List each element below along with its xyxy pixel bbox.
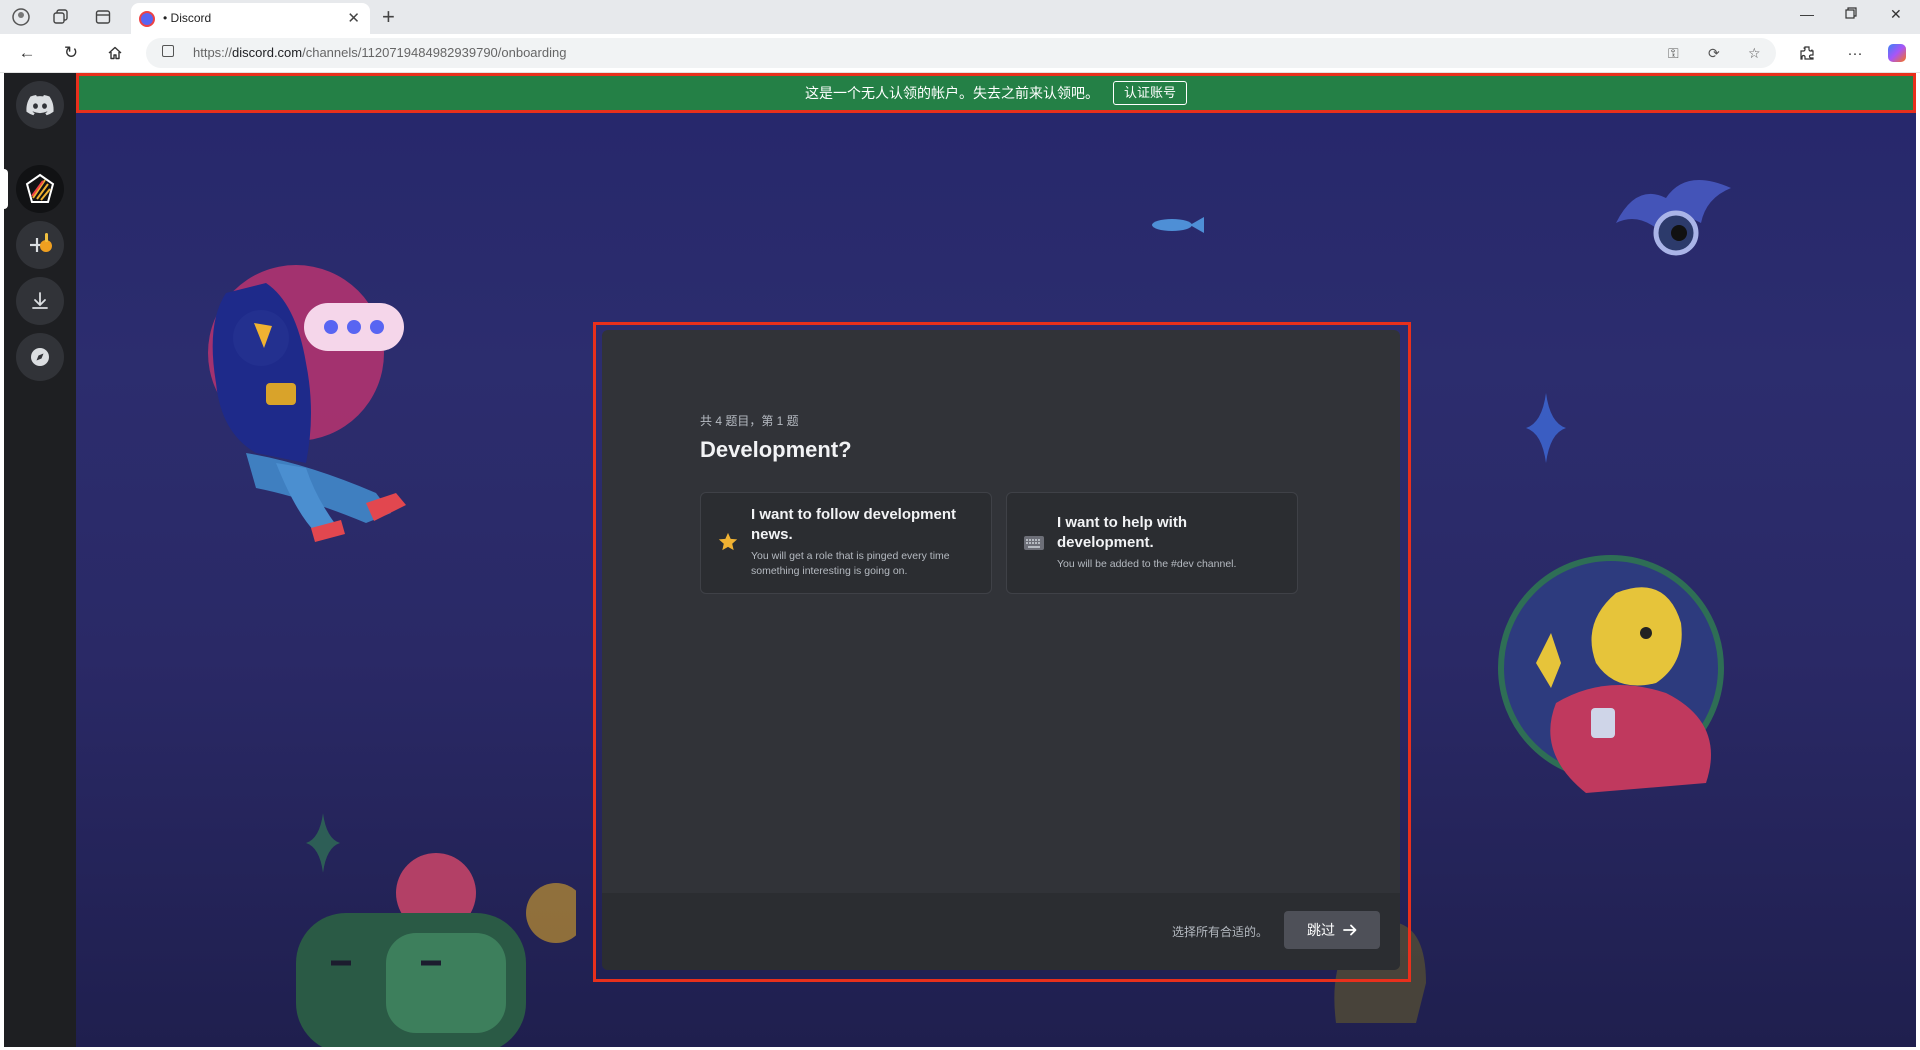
active-server-indicator	[4, 169, 8, 209]
question-counter: 共 4 题目，第 1 题	[700, 414, 799, 428]
option-description: You will get a role that is pinged every…	[751, 550, 950, 577]
read-aloud-icon[interactable]: ⟳	[1708, 45, 1720, 62]
option-description: You will be added to the #dev channel.	[1057, 558, 1237, 570]
minimize-icon[interactable]: —	[1800, 6, 1814, 22]
key-icon[interactable]: ⚿	[1668, 45, 1679, 62]
keyboard-icon	[1024, 536, 1044, 550]
back-icon[interactable]: ←	[16, 42, 38, 64]
option-title: I want to follow development news.	[751, 506, 957, 543]
copilot-icon[interactable]	[1888, 44, 1906, 62]
skip-label: 跳过	[1307, 922, 1335, 938]
restore-icon[interactable]	[1845, 6, 1857, 22]
url-input[interactable]: https://discord.com/channels/11207194849…	[146, 38, 1776, 68]
home-icon[interactable]	[104, 42, 126, 64]
arrow-right-icon	[1343, 924, 1357, 936]
server-icon-active[interactable]	[16, 165, 64, 213]
character-illustration-right-icon	[1498, 555, 1724, 793]
character-illustration-left-icon	[208, 265, 406, 542]
star-icon	[718, 532, 738, 551]
close-tab-icon[interactable]: ✕	[347, 9, 360, 27]
claim-account-button[interactable]: 认证账号	[1112, 81, 1187, 105]
sparkle-icon	[1526, 393, 1566, 463]
more-menu-icon[interactable]: ···	[1844, 42, 1866, 64]
extensions-icon[interactable]	[1796, 42, 1818, 64]
option-title: I want to help with development.	[1057, 514, 1187, 551]
banner-text: 这是一个无人认领的帐户。失去之前来认领吧。	[804, 85, 1099, 101]
creatures-illustration-bottom-icon	[296, 853, 576, 1047]
onboarding-modal: 共 4 题目，第 1 题 Development? I want to foll…	[602, 330, 1400, 970]
discord-app: 这是一个无人认领的帐户。失去之前来认领吧。 认证账号 共 4 题目，第 1 题 …	[4, 73, 1916, 1047]
url-text: https://discord.com/channels/11207194849…	[193, 45, 567, 60]
skip-button[interactable]: 跳过	[1284, 911, 1380, 949]
select-all-hint: 选择所有合适的。	[1172, 925, 1269, 939]
tab-title: • Discord	[163, 11, 212, 25]
tab-actions-icon[interactable]	[92, 7, 114, 27]
profile-icon[interactable]	[10, 7, 32, 27]
download-apps-icon[interactable]	[16, 277, 64, 325]
server-rail	[4, 73, 76, 1047]
browser-address-bar: ← ↻ https://discord.com/channels/1120719…	[0, 34, 1920, 73]
browser-tab-discord[interactable]: • Discord ✕	[131, 3, 370, 34]
refresh-icon[interactable]: ↻	[60, 42, 82, 64]
discord-favicon-icon	[139, 11, 155, 27]
modal-footer: 选择所有合适的。 跳过	[602, 893, 1400, 970]
browser-tab-bar: • Discord ✕ + — ✕	[0, 0, 1920, 34]
close-window-icon[interactable]: ✕	[1890, 6, 1902, 23]
lock-icon[interactable]	[162, 45, 174, 57]
new-tab-icon[interactable]: +	[382, 4, 395, 30]
option-follow-development-news[interactable]: I want to follow development news. You w…	[700, 492, 992, 594]
fish-illustration-icon	[1152, 217, 1204, 233]
discord-home-icon[interactable]	[16, 81, 64, 129]
option-help-with-development[interactable]: I want to help with development. You wil…	[1006, 492, 1298, 594]
workspaces-icon[interactable]	[50, 7, 72, 27]
bat-illustration-icon	[1616, 180, 1731, 256]
discover-compass-icon[interactable]	[16, 333, 64, 381]
unclaimed-account-banner: 这是一个无人认领的帐户。失去之前来认领吧。 认证账号	[76, 73, 1916, 113]
question-title: Development?	[700, 437, 852, 462]
favorite-star-icon[interactable]: ☆	[1748, 45, 1761, 62]
add-server-icon[interactable]	[16, 221, 64, 269]
